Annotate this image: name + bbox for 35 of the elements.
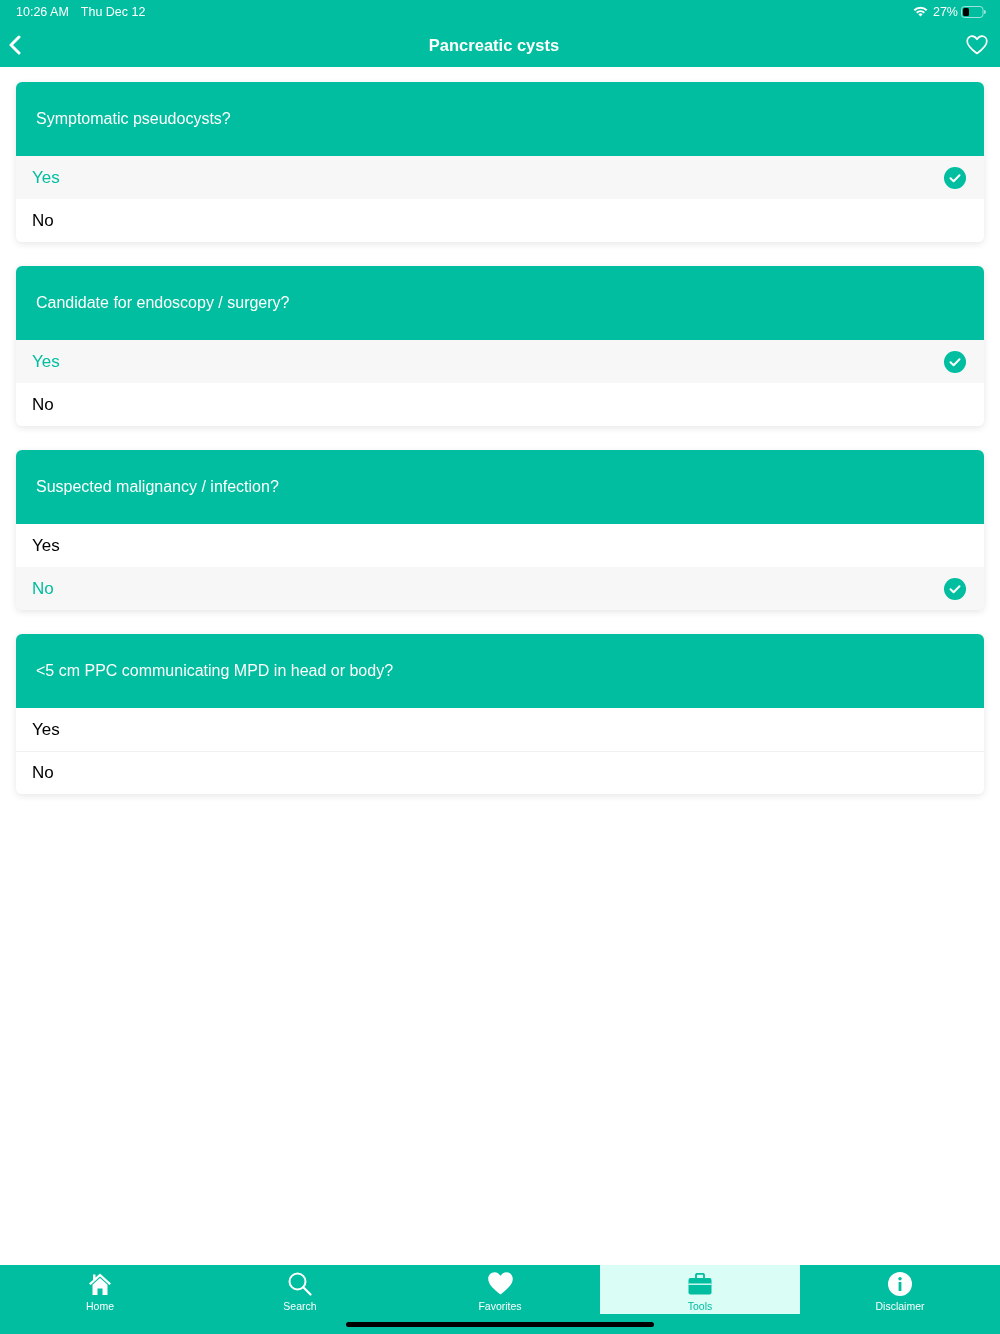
status-time: 10:26 AM (16, 4, 69, 19)
answer-option[interactable]: Yes (16, 340, 984, 383)
home-icon (88, 1271, 112, 1296)
question-header: Symptomatic pseudocysts? (16, 82, 984, 156)
tab-item[interactable]: Disclaimer (800, 1265, 1000, 1314)
status-date: Thu Dec 12 (80, 4, 146, 19)
tab-item[interactable]: Home (0, 1265, 200, 1314)
answer-option[interactable]: No (16, 751, 984, 794)
heart-icon (966, 35, 988, 55)
search-icon (288, 1271, 312, 1296)
heart-icon (487, 1272, 513, 1295)
favorite-button[interactable] (966, 35, 988, 55)
answer-option[interactable]: Yes (16, 708, 984, 751)
check-circle-icon (944, 577, 966, 600)
question-header: <5 cm PPC communicating MPD in head or body? (16, 634, 984, 708)
chevron-left-icon (8, 35, 22, 55)
toolbox-icon (688, 1272, 712, 1295)
screen-title: Pancreatic cysts (428, 35, 560, 55)
answer-option[interactable]: Yes (16, 524, 984, 567)
back-button[interactable] (8, 35, 22, 55)
answer-option[interactable]: No (16, 567, 984, 610)
battery-icon (961, 5, 986, 18)
battery-percent: 27% (932, 4, 958, 19)
info-icon (888, 1271, 912, 1296)
tab-item[interactable]: Tools (600, 1265, 800, 1314)
wifi-icon (912, 6, 928, 17)
tab-item[interactable]: Search (200, 1265, 400, 1314)
check-circle-icon (944, 350, 966, 373)
question-header: Candidate for endoscopy / surgery? (16, 266, 984, 340)
check-circle-icon (944, 166, 966, 189)
answer-option[interactable]: No (16, 383, 984, 426)
answer-option[interactable]: No (16, 199, 984, 242)
answer-option[interactable]: Yes (16, 156, 984, 199)
question-header: Suspected malignancy / infection? (16, 450, 984, 524)
tab-item[interactable]: Favorites (400, 1265, 600, 1314)
